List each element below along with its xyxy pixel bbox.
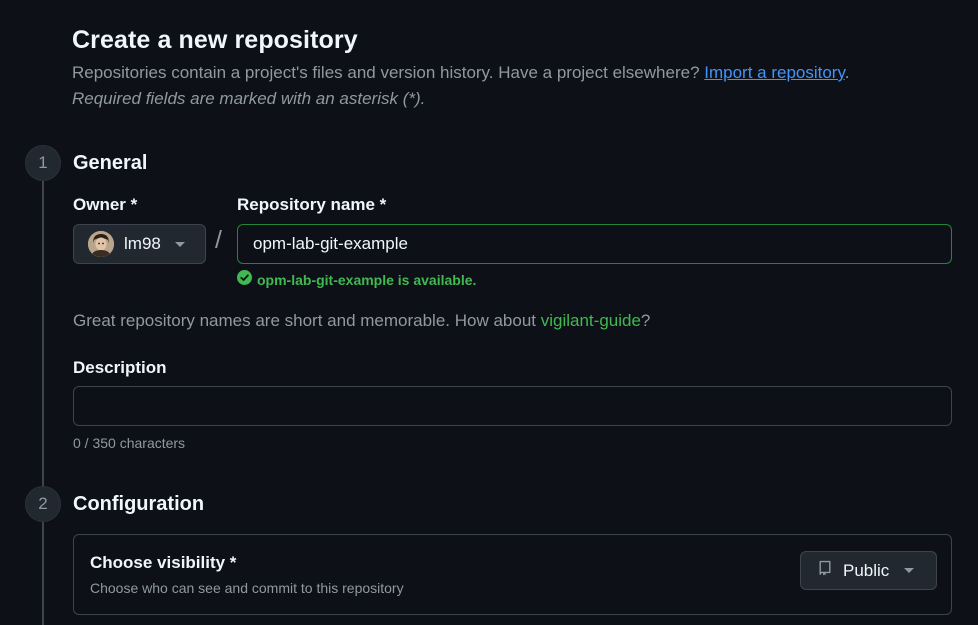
step-line-1 <box>42 180 44 486</box>
import-repository-link[interactable]: Import a repository <box>704 63 844 82</box>
general-section-title: General <box>73 152 148 174</box>
subtitle-period: . <box>844 63 850 82</box>
description-label: Description <box>73 358 167 377</box>
page-title: Create a new repository <box>72 26 358 54</box>
suggestion-prefix: Great repository names are short and mem… <box>73 311 541 330</box>
required-fields-note: Required fields are marked with an aster… <box>72 89 426 108</box>
availability-message: opm-lab-git-example is available. <box>237 270 476 290</box>
step-line-2 <box>42 522 44 625</box>
repository-name-input[interactable] <box>237 224 952 264</box>
owner-dropdown[interactable]: lm98 <box>73 224 206 264</box>
page-subtitle: Repositories contain a project's files a… <box>72 63 849 83</box>
step-1-badge: 1 <box>25 145 61 181</box>
create-repository-page: Create a new repository Repositories con… <box>0 0 978 625</box>
avatar <box>88 231 114 257</box>
visibility-value: Public <box>843 560 890 580</box>
owner-label: Owner * <box>73 195 138 214</box>
suggested-name-link[interactable]: vigilant-guide <box>541 311 641 330</box>
name-suggestion: Great repository names are short and mem… <box>73 311 650 331</box>
repo-icon <box>817 560 833 581</box>
description-input[interactable] <box>73 386 952 426</box>
step-2-badge: 2 <box>25 486 61 522</box>
chevron-down-icon <box>904 568 915 573</box>
subtitle-text: Repositories contain a project's files a… <box>72 63 705 82</box>
suggestion-suffix: ? <box>640 311 651 330</box>
chevron-down-icon <box>174 241 185 247</box>
availability-text: opm-lab-git-example is available. <box>257 272 477 288</box>
description-char-count: 0 / 350 characters <box>73 435 186 451</box>
check-circle-icon <box>237 270 252 290</box>
visibility-panel: Choose visibility * Choose who can see a… <box>73 534 952 615</box>
owner-name: lm98 <box>124 234 161 253</box>
owner-repo-separator: / <box>215 226 222 254</box>
visibility-dropdown[interactable]: Public <box>800 551 937 590</box>
repository-name-label: Repository name * <box>237 195 387 214</box>
visibility-description: Choose who can see and commit to this re… <box>90 580 404 596</box>
visibility-label: Choose visibility * <box>90 553 237 572</box>
configuration-section-title: Configuration <box>73 493 205 515</box>
